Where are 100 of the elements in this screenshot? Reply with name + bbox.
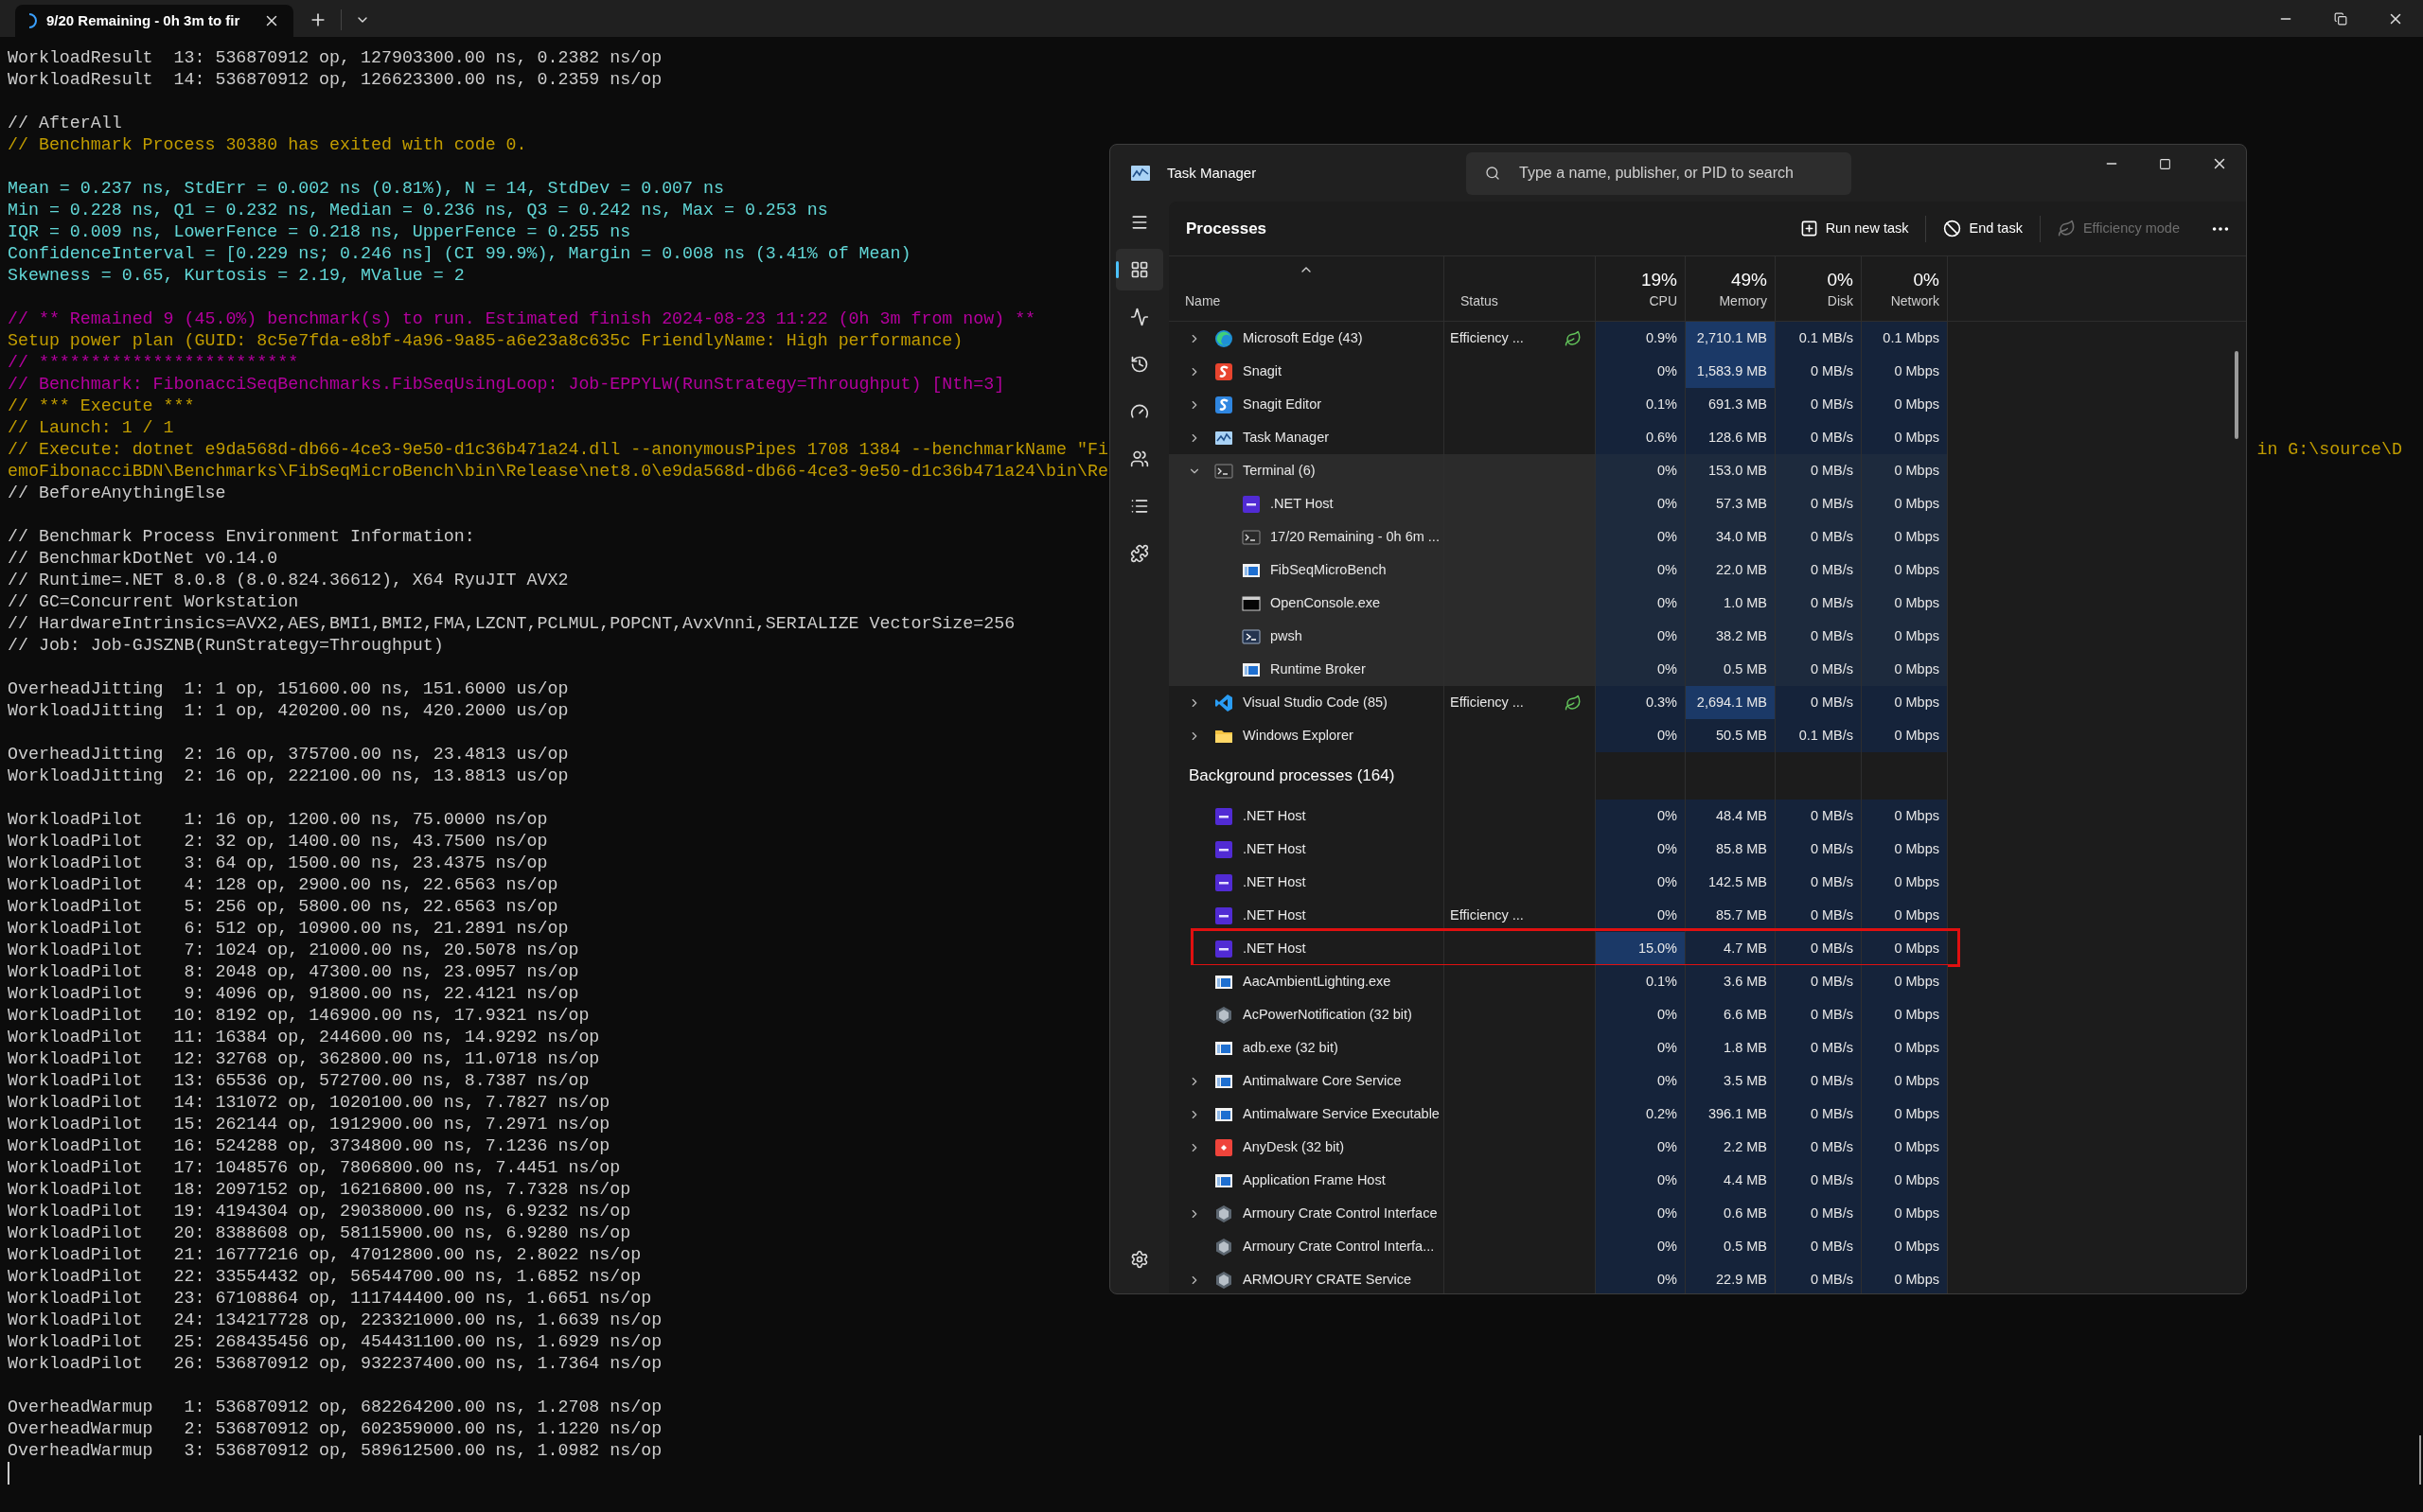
status-text: Efficiency ... xyxy=(1450,693,1524,712)
tab-title: 9/20 Remaining - 0h 3m to fir xyxy=(46,10,240,30)
terminal-line: OverheadWarmup 2: 536870912 op, 602359000.00 ns, 1.1220 ns/op xyxy=(8,1418,663,1440)
terminal-line: OverheadJitting 2: 16 op, 375700.00 ns, 23.4813 us/op xyxy=(8,744,569,765)
terminal-line: Setup power plan (GUID: 8c5e7fda-e8bf-4a96-9a85-a6e23a8c635c FriendlyName: High performance) xyxy=(8,330,964,352)
usage-cell: 0 Mbps xyxy=(1862,1197,1948,1230)
usage-cell: 0% xyxy=(1596,1164,1686,1197)
terminal-line: OverheadWarmup 3: 536870912 op, 589612500.00 ns, 1.0982 ns/op xyxy=(8,1440,663,1462)
grid-icon xyxy=(1130,260,1149,279)
usage-cell: 0 Mbps xyxy=(1862,388,1948,421)
list-icon xyxy=(1130,497,1149,516)
usage-cell: 0 MB/s xyxy=(1776,899,1862,932)
terminal-line: WorkloadPilot 2: 32 op, 1400.00 ns, 43.7500 ns/op xyxy=(8,831,548,853)
usage-cell: 0 Mbps xyxy=(1862,686,1948,719)
terminal-line: OverheadWarmup 1: 536870912 op, 682264200.00 ns, 1.2708 ns/op xyxy=(8,1397,663,1418)
terminal-line: ConfidenceInterval = [0.229 ns; 0.246 ns] (CI 99.9%), Margin = 0.008 ns (3.41% of Mean) xyxy=(8,243,911,265)
usage-cell: 0% xyxy=(1596,1131,1686,1164)
terminal-line: WorkloadPilot 24: 134217728 op, 223321000.00 ns, 1.6639 ns/op xyxy=(8,1310,663,1331)
process-name: ARMOURY CRATE Service xyxy=(1243,1270,1412,1289)
toolbar-button[interactable]: Run new task xyxy=(1792,209,1917,248)
usage-cell: 0 Mbps xyxy=(1862,998,1948,1031)
menu-icon[interactable] xyxy=(1130,213,1149,232)
terminal-line: // Benchmark Process 30380 has exited with code 0. xyxy=(8,134,527,156)
usage-cell: 0 Mbps xyxy=(1862,1031,1948,1064)
process-name: Task Manager xyxy=(1243,428,1330,447)
usage-cell: 0 MB/s xyxy=(1776,388,1862,421)
usage-cell: 57.3 MB xyxy=(1686,487,1776,520)
usage-cell: 0% xyxy=(1596,587,1686,620)
process-name: Antimalware Core Service xyxy=(1243,1071,1402,1090)
app-icon xyxy=(1214,693,1233,712)
search-field[interactable]: Type a name, publisher, or PID to search xyxy=(1466,151,1851,195)
usage-cell: 38.2 MB xyxy=(1686,620,1776,653)
terminal-line: // ** Remained 9 (45.0%) benchmark(s) to run. Estimated finish 2024-08-23 11:22 (0h 3m from now) ** xyxy=(8,308,1036,330)
process-name: Armoury Crate Control Interfa... xyxy=(1243,1237,1435,1256)
usage-cell: 0 Mbps xyxy=(1862,620,1948,653)
app-icon xyxy=(1242,527,1261,547)
column-label: Name xyxy=(1185,292,1221,310)
usage-cell: 0 MB/s xyxy=(1776,998,1862,1031)
column-header[interactable]: 19% CPU xyxy=(1596,256,1686,321)
usage-total: 0% xyxy=(1913,269,1939,291)
window-title: Task Manager xyxy=(1167,163,1257,183)
chart-icon xyxy=(1131,166,1150,181)
terminal-line: WorkloadPilot 11: 16384 op, 244600.00 ns, 14.9292 ns/op xyxy=(8,1027,600,1048)
column-header[interactable]: Name xyxy=(1169,256,1444,321)
terminal-line: WorkloadPilot 14: 131072 op, 1020100.00 ns, 7.7827 ns/op xyxy=(8,1092,610,1114)
usage-cell: 0.6 MB xyxy=(1686,1197,1776,1230)
terminal-line: // Job: Job-GJSZNB(RunStrategy=Throughput) xyxy=(8,635,444,657)
terminal-line: // GC=Concurrent Workstation xyxy=(8,591,299,613)
usage-cell: 0 Mbps xyxy=(1862,899,1948,932)
terminal-line: WorkloadPilot 25: 268435456 op, 454431100.00 ns, 1.6929 ns/op xyxy=(8,1331,663,1353)
usage-cell: 0 Mbps xyxy=(1862,866,1948,899)
usage-cell: 0 Mbps xyxy=(1862,1164,1948,1197)
status-text: Efficiency ... xyxy=(1450,328,1524,347)
terminal-tab[interactable]: 9/20 Remaining - 0h 3m to fir xyxy=(15,5,293,37)
column-label: Disk xyxy=(1827,292,1853,310)
usage-cell: 0 MB/s xyxy=(1776,587,1862,620)
terminal-line: WorkloadPilot 9: 4096 op, 91800.00 ns, 22.4121 ns/op xyxy=(8,983,579,1005)
app-icon xyxy=(1214,361,1233,381)
usage-cell: 0 MB/s xyxy=(1776,520,1862,554)
history-icon xyxy=(1130,355,1149,374)
section-title: Background processes (164) xyxy=(1189,765,1395,787)
usage-cell: 0 MB/s xyxy=(1776,1031,1862,1064)
usage-cell: 0% xyxy=(1596,866,1686,899)
usage-cell: 0 Mbps xyxy=(1862,487,1948,520)
process-name: .NET Host xyxy=(1270,494,1334,513)
column-header[interactable]: 49% Memory xyxy=(1686,256,1776,321)
usage-cell: 0 Mbps xyxy=(1862,587,1948,620)
scrollbar-thumb[interactable] xyxy=(2419,1435,2421,1485)
terminal-line: WorkloadPilot 4: 128 op, 2900.00 ns, 22.6563 ns/op xyxy=(8,874,558,896)
maximize-icon[interactable] xyxy=(2159,157,2171,170)
process-name: Visual Studio Code (85) xyxy=(1243,693,1388,712)
terminal-line: WorkloadPilot 22: 33554432 op, 56544700.00 ns, 1.6852 ns/op xyxy=(8,1266,642,1288)
usage-cell: 0% xyxy=(1596,899,1686,932)
terminal-line: WorkloadResult 14: 536870912 op, 126623300.00 ns, 0.2359 ns/op xyxy=(8,69,663,91)
usage-cell: 0% xyxy=(1596,554,1686,587)
usage-cell: 0.1 MB/s xyxy=(1776,322,1862,355)
terminal-line: Skewness = 0.65, Kurtosis = 2.19, MValue = 2 xyxy=(8,265,465,287)
nav-item[interactable] xyxy=(1116,249,1163,290)
column-header[interactable]: Status xyxy=(1444,256,1596,321)
usage-cell: 0% xyxy=(1596,800,1686,833)
usage-cell: 4.7 MB xyxy=(1686,932,1776,965)
terminal-line: // BeforeAnythingElse xyxy=(8,483,226,504)
usage-cell: 1.8 MB xyxy=(1686,1031,1776,1064)
terminal-line: WorkloadPilot 23: 67108864 op, 111744400.00 ns, 1.6651 ns/op xyxy=(8,1288,652,1310)
terminal-line: WorkloadPilot 16: 524288 op, 3734800.00 ns, 7.1236 ns/op xyxy=(8,1135,610,1157)
usage-cell: 0% xyxy=(1596,719,1686,752)
column-header[interactable]: 0% Disk xyxy=(1776,256,1862,321)
usage-cell: 0 Mbps xyxy=(1862,355,1948,388)
terminal-line: WorkloadPilot 26: 536870912 op, 932237400.00 ns, 1.7364 ns/op xyxy=(8,1353,663,1375)
usage-cell: 22.0 MB xyxy=(1686,554,1776,587)
scrollbar-thumb[interactable] xyxy=(2235,351,2238,439)
column-header[interactable]: 0% Network xyxy=(1862,256,1948,321)
terminal-line: // Benchmark Process Environment Information: xyxy=(8,526,475,548)
terminal-line: WorkloadPilot 5: 256 op, 5800.00 ns, 22.6563 ns/op xyxy=(8,896,558,918)
terminal-line: WorkloadPilot 6: 512 op, 10900.00 ns, 21.2891 ns/op xyxy=(8,918,569,940)
usage-cell: 691.3 MB xyxy=(1686,388,1776,421)
toolbar-button[interactable]: End task xyxy=(1936,209,2030,248)
terminal-line: WorkloadPilot 10: 8192 op, 146900.00 ns, 17.9321 ns/op xyxy=(8,1005,590,1027)
app-icon xyxy=(1214,905,1233,925)
restore-icon[interactable] xyxy=(2334,11,2347,26)
